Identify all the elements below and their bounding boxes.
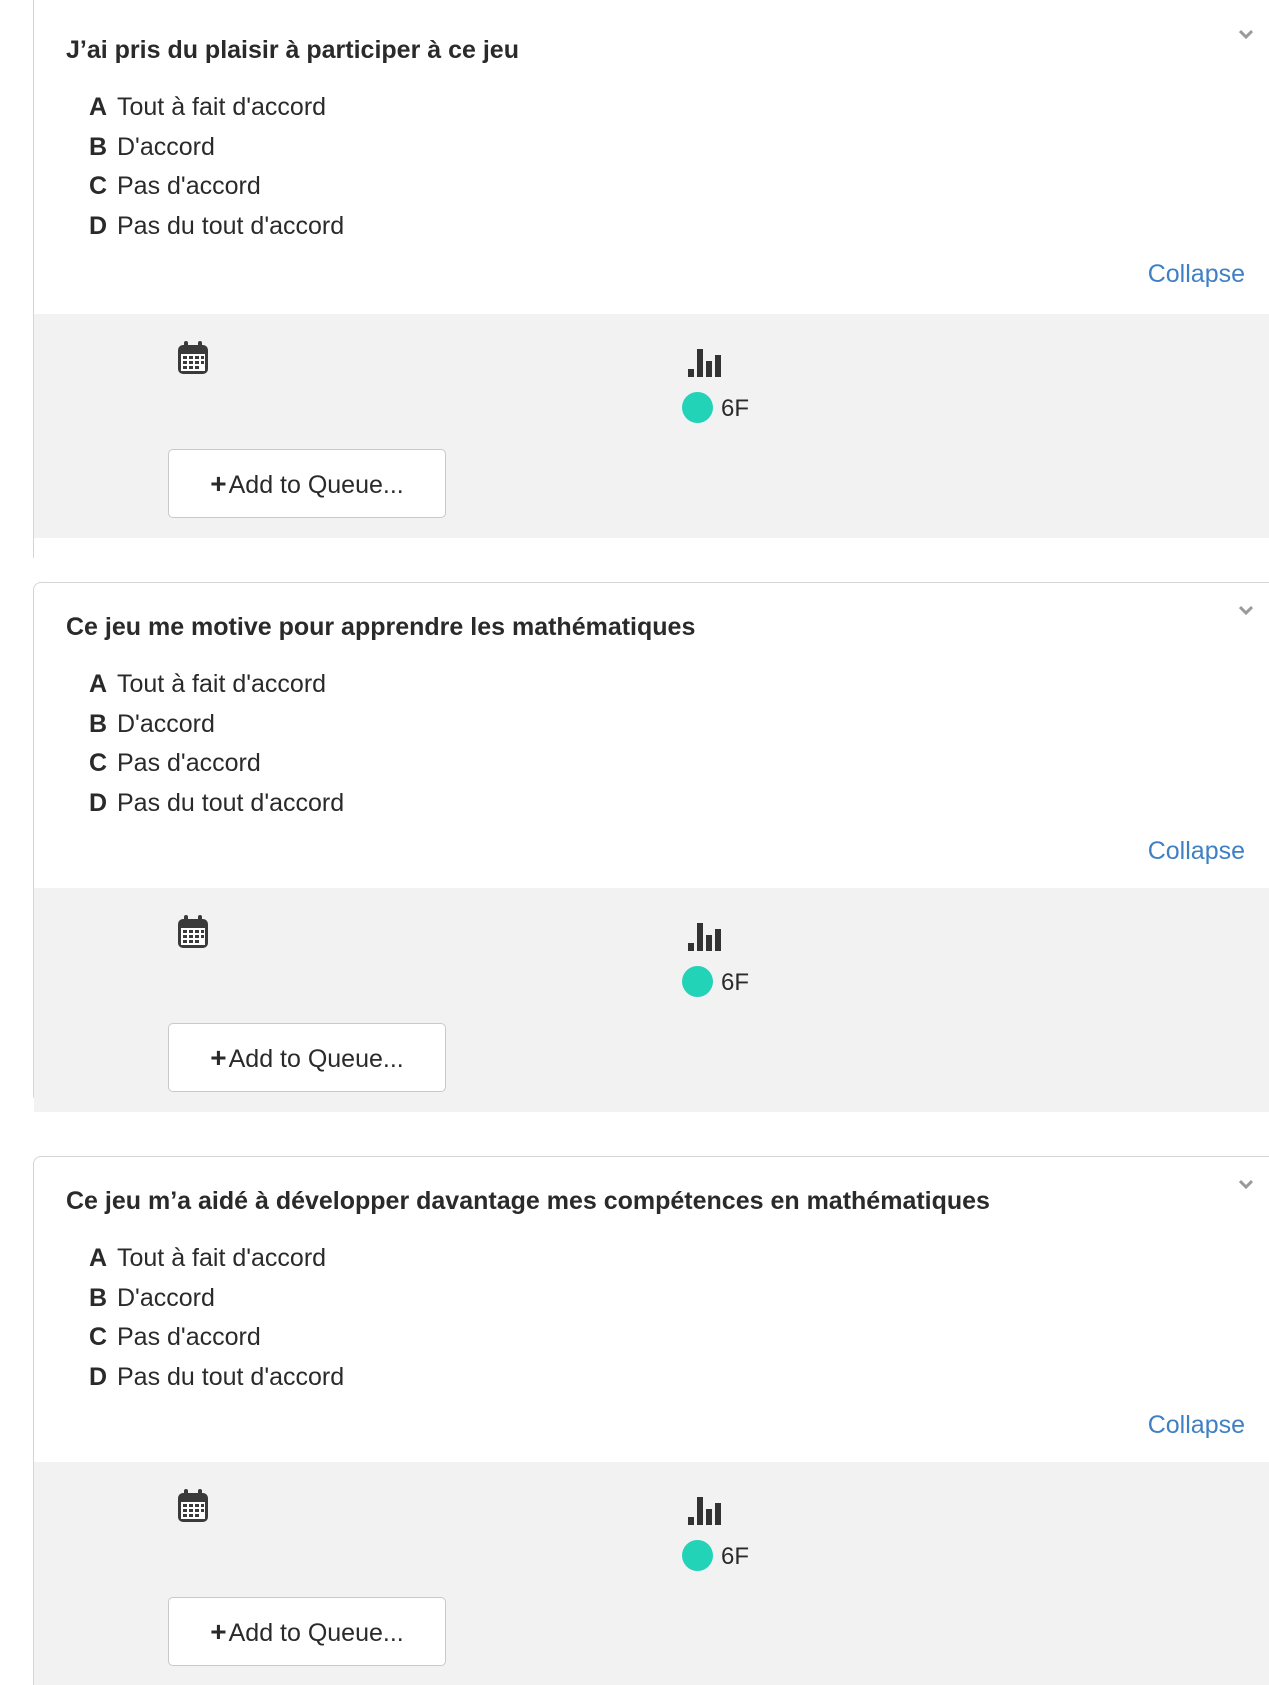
option-letter: B bbox=[89, 1283, 108, 1312]
answer-option: B D'accord bbox=[89, 1279, 344, 1319]
option-text: Pas d'accord bbox=[117, 172, 261, 200]
collapse-link[interactable]: Collapse bbox=[1148, 260, 1245, 289]
option-letter: B bbox=[89, 132, 108, 161]
calendar-icon bbox=[178, 341, 208, 374]
option-text: Pas du tout d'accord bbox=[117, 1362, 345, 1391]
group-tag: 6F bbox=[682, 1540, 749, 1574]
chevron-down-icon[interactable] bbox=[1239, 1177, 1253, 1191]
option-letter: A bbox=[89, 1244, 108, 1272]
option-letter: C bbox=[89, 1323, 108, 1351]
add-to-queue-label: Add to Queue... bbox=[228, 1045, 404, 1073]
question-title: Ce jeu me motive pour apprendre les math… bbox=[66, 613, 696, 641]
bar-chart-icon[interactable] bbox=[688, 921, 724, 951]
answer-option: C Pas d'accord bbox=[89, 744, 344, 784]
calendar-icon bbox=[178, 915, 208, 948]
answer-option: A Tout à fait d'accord bbox=[89, 665, 344, 705]
option-text: Pas du tout d'accord bbox=[117, 211, 345, 240]
group-dot-icon bbox=[682, 392, 713, 424]
answer-option: D Pas du tout d'accord bbox=[89, 207, 344, 247]
question-card: J’ai pris du plaisir à participer à ce j… bbox=[33, 0, 1269, 558]
option-letter: C bbox=[89, 172, 108, 200]
plus-icon: + bbox=[210, 1616, 227, 1647]
option-letter: D bbox=[89, 211, 108, 240]
option-letter: D bbox=[89, 1362, 108, 1391]
option-text: Pas d'accord bbox=[117, 749, 261, 777]
question-details-panel: 6F +Add to Queue... bbox=[34, 314, 1269, 538]
add-to-queue-button[interactable]: +Add to Queue... bbox=[168, 1597, 446, 1666]
option-letter: A bbox=[89, 670, 108, 698]
group-tag: 6F bbox=[682, 392, 749, 426]
plus-icon: + bbox=[210, 468, 227, 499]
option-letter: C bbox=[89, 749, 108, 777]
group-label: 6F bbox=[721, 1543, 750, 1570]
answer-option: D Pas du tout d'accord bbox=[89, 1358, 344, 1398]
collapse-link[interactable]: Collapse bbox=[1148, 837, 1245, 866]
group-dot-icon bbox=[682, 1540, 713, 1572]
group-label: 6F bbox=[721, 969, 750, 996]
option-letter: D bbox=[89, 788, 108, 817]
question-details-panel: 6F +Add to Queue... bbox=[34, 1462, 1269, 1685]
answer-option: C Pas d'accord bbox=[89, 1318, 344, 1358]
answer-option: D Pas du tout d'accord bbox=[89, 784, 344, 824]
option-text: Pas du tout d'accord bbox=[117, 788, 345, 817]
add-to-queue-button[interactable]: +Add to Queue... bbox=[168, 449, 446, 518]
option-text: D'accord bbox=[117, 1283, 215, 1312]
question-title: J’ai pris du plaisir à participer à ce j… bbox=[66, 36, 519, 64]
answer-options: A Tout à fait d'accord B D'accord C Pas d'a… bbox=[89, 88, 344, 246]
bar-chart-icon[interactable] bbox=[688, 1495, 724, 1525]
question-card: Ce jeu m’a aidé à développer davantage m… bbox=[33, 1156, 1269, 1685]
question-card: Ce jeu me motive pour apprendre les math… bbox=[33, 582, 1269, 1112]
answer-option: A Tout à fait d'accord bbox=[89, 1239, 344, 1279]
answer-option: A Tout à fait d'accord bbox=[89, 88, 344, 128]
option-text: Tout à fait d'accord bbox=[117, 670, 327, 698]
answer-option: B D'accord bbox=[89, 128, 344, 168]
bar-chart-icon[interactable] bbox=[688, 347, 724, 377]
option-text: D'accord bbox=[117, 709, 215, 738]
option-text: Tout à fait d'accord bbox=[117, 93, 327, 121]
group-dot-icon bbox=[682, 966, 713, 998]
answer-options: A Tout à fait d'accord B D'accord C Pas d'a… bbox=[89, 1239, 344, 1397]
answer-options: A Tout à fait d'accord B D'accord C Pas d'a… bbox=[89, 665, 344, 823]
plus-icon: + bbox=[210, 1042, 227, 1073]
add-to-queue-button[interactable]: +Add to Queue... bbox=[168, 1023, 446, 1092]
calendar-icon bbox=[178, 1489, 208, 1522]
group-tag: 6F bbox=[682, 966, 749, 1000]
option-text: Pas d'accord bbox=[117, 1323, 261, 1351]
group-label: 6F bbox=[721, 395, 750, 422]
question-details-panel: 6F +Add to Queue... bbox=[34, 888, 1269, 1112]
add-to-queue-label: Add to Queue... bbox=[228, 1619, 404, 1647]
question-list: J’ai pris du plaisir à participer à ce j… bbox=[0, 0, 1269, 1685]
option-text: Tout à fait d'accord bbox=[117, 1244, 327, 1272]
collapse-link[interactable]: Collapse bbox=[1148, 1411, 1245, 1440]
option-text: D'accord bbox=[117, 132, 215, 161]
question-title: Ce jeu m’a aidé à développer davantage m… bbox=[66, 1187, 990, 1215]
answer-option: C Pas d'accord bbox=[89, 167, 344, 207]
option-letter: B bbox=[89, 709, 108, 738]
chevron-down-icon[interactable] bbox=[1239, 27, 1253, 41]
answer-option: B D'accord bbox=[89, 705, 344, 745]
option-letter: A bbox=[89, 93, 108, 121]
chevron-down-icon[interactable] bbox=[1239, 603, 1253, 617]
add-to-queue-label: Add to Queue... bbox=[228, 471, 404, 499]
